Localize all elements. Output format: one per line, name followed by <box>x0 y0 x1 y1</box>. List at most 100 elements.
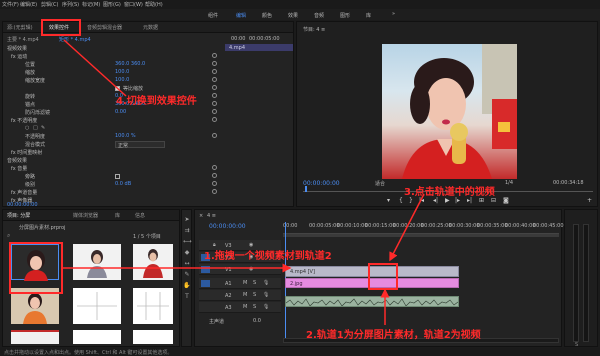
tab-libraries[interactable]: 库 <box>115 212 120 219</box>
eye-icon[interactable]: ◉ <box>249 266 253 272</box>
timeline-tab[interactable]: 4 ≡ <box>207 213 216 219</box>
track-a3[interactable]: A3 M S 🎙︎ <box>199 302 281 313</box>
track-a1[interactable]: A1 M S 🎙︎ <box>199 278 281 289</box>
prop-bypass[interactable]: 旁路 <box>3 173 221 181</box>
tab-info[interactable]: 信息 <box>135 212 145 219</box>
prop-panner[interactable]: fx 声像器 <box>3 197 293 205</box>
workspace-color[interactable]: 颜色 <box>262 12 272 19</box>
thumb-row3-a[interactable] <box>11 330 59 344</box>
solo-icon[interactable]: S <box>253 292 256 298</box>
prop-scale-width-value[interactable]: 100.0 <box>115 77 129 83</box>
workspace-more-icon[interactable]: » <box>392 11 395 17</box>
prop-anti-flicker-value[interactable]: 0.00 <box>115 109 126 115</box>
prop-volume[interactable]: fx 音量 <box>3 165 221 173</box>
prop-scale-width[interactable]: 缩放宽度 100.0 <box>3 77 221 85</box>
rect-mask-icon[interactable]: □ <box>33 125 38 131</box>
tab-source[interactable]: 源:(无剪辑) <box>7 24 33 31</box>
reset-icon[interactable] <box>212 133 217 138</box>
prop-level[interactable]: 级别 0.0 dB <box>3 181 221 189</box>
mark-out-bracket-icon[interactable]: } <box>409 197 413 204</box>
track-master[interactable]: 主声道 0.0 <box>199 316 281 326</box>
playhead-marker[interactable] <box>305 186 307 192</box>
menu-clip[interactable]: 剪辑(C) <box>41 1 58 8</box>
mute-icon[interactable]: M <box>243 304 247 310</box>
workspace-graphics[interactable]: 图形 <box>340 12 350 19</box>
pen-mask-icon[interactable]: ✎ <box>41 125 45 131</box>
selection-tool-icon[interactable]: ➤ <box>183 216 191 225</box>
track-source-patch[interactable] <box>201 280 210 287</box>
menu-marker[interactable]: 标记(M) <box>82 1 100 8</box>
tab-metadata[interactable]: 元数据 <box>143 24 158 31</box>
menu-window[interactable]: 窗口(W) <box>124 1 143 8</box>
program-timecode[interactable]: 00:00:00:00 <box>303 180 340 187</box>
pen-tool-icon[interactable]: ✎ <box>183 271 191 280</box>
thumb-row3-c[interactable] <box>133 330 173 344</box>
thumb-2-jpg[interactable] <box>73 288 121 324</box>
tab-media-browser[interactable]: 媒体浏览器 <box>73 212 98 219</box>
prop-opacity-value[interactable]: 100.0 % <box>115 133 136 139</box>
workspace-effects[interactable]: 效果 <box>288 12 298 19</box>
menu-help[interactable]: 帮助(H) <box>145 1 163 8</box>
reset-icon[interactable] <box>212 101 217 106</box>
type-tool-icon[interactable]: T <box>183 293 191 302</box>
prop-opacity-group[interactable]: fx 不透明度 <box>3 117 221 125</box>
prop-anti-flicker[interactable]: 防闪烁滤镜 0.00 <box>3 109 221 117</box>
solo-icon[interactable]: S <box>253 280 256 286</box>
uniform-scale-checkbox[interactable] <box>115 86 120 91</box>
track-v1[interactable]: V1 ◉ <box>199 264 281 275</box>
prop-scale[interactable]: 缩放 100.0 <box>3 69 221 77</box>
mark-in-bracket-icon[interactable]: { <box>399 197 403 204</box>
mute-icon[interactable]: M <box>243 292 247 298</box>
reset-icon[interactable] <box>212 85 217 90</box>
reset-icon[interactable] <box>212 53 217 58</box>
prop-blend-mode[interactable]: 混合模式 正常 <box>3 141 221 149</box>
track-select-tool-icon[interactable]: ⇉ <box>183 227 191 236</box>
bypass-checkbox[interactable] <box>115 174 120 179</box>
prop-position[interactable]: 位置 360.0 360.0 <box>3 61 221 69</box>
thumb-2-mp4[interactable] <box>73 244 121 280</box>
reset-icon[interactable] <box>212 165 217 170</box>
reset-icon[interactable] <box>212 109 217 114</box>
reset-icon[interactable] <box>212 61 217 66</box>
prop-time-remap[interactable]: fx 时间重映射 <box>3 149 221 157</box>
slip-tool-icon[interactable]: ↔ <box>183 260 191 269</box>
thumb-3-jpg[interactable] <box>133 288 173 324</box>
export-frame-icon[interactable]: ◙ <box>503 197 509 204</box>
prop-motion[interactable]: fx 运动 <box>3 53 221 61</box>
play-icon[interactable]: ▶ <box>445 197 450 204</box>
mic-icon[interactable]: 🎙︎ <box>263 292 269 298</box>
extract-icon[interactable]: ⊟ <box>491 197 496 204</box>
prop-scale-value[interactable]: 100.0 <box>115 69 129 75</box>
workspace-libraries[interactable]: 库 <box>366 12 371 19</box>
workspace-audio[interactable]: 音频 <box>314 12 324 19</box>
clip-a1[interactable] <box>285 296 459 307</box>
reset-icon[interactable] <box>212 93 217 98</box>
prop-position-value[interactable]: 360.0 360.0 <box>115 61 145 67</box>
track-source-patch[interactable] <box>201 266 210 273</box>
work-area-bar[interactable] <box>283 234 559 237</box>
solo-icon[interactable]: S <box>253 304 256 310</box>
hand-tool-icon[interactable]: ✋ <box>183 282 191 291</box>
menu-sequence[interactable]: 序列(S) <box>62 1 79 8</box>
workspace-assembly[interactable]: 组件 <box>208 12 218 19</box>
project-search-icon[interactable]: ⌕ <box>7 232 10 240</box>
program-quality-select[interactable]: 1/4 <box>505 180 513 186</box>
mark-in-icon[interactable]: ▾ <box>387 197 390 204</box>
program-video-frame[interactable] <box>382 44 517 179</box>
tab-project[interactable]: 项目: 分屏 <box>7 212 30 219</box>
add-button-icon[interactable]: + <box>587 197 592 204</box>
step-back-icon[interactable]: ◂| <box>433 197 438 204</box>
reset-icon[interactable] <box>212 189 217 194</box>
thumb-3-mp4[interactable] <box>133 244 173 280</box>
blend-mode-select[interactable]: 正常 <box>115 141 165 149</box>
reset-icon[interactable] <box>212 69 217 74</box>
menu-file[interactable]: 文件(F) <box>2 1 19 8</box>
go-to-in-icon[interactable]: |◂ <box>419 197 424 204</box>
tab-audio-mixer[interactable]: 音频剪辑混合器 <box>87 24 122 31</box>
timeline-ruler[interactable]: 00:00 00:00:05:00 00:00:10:00 00:00:15:0… <box>283 222 564 234</box>
prop-level-value[interactable]: 0.0 dB <box>115 181 131 187</box>
timeline-timecode[interactable]: 00:00:00:00 <box>209 223 246 230</box>
reset-icon[interactable] <box>212 181 217 186</box>
ellipse-mask-icon[interactable]: ○ <box>25 125 29 131</box>
razor-tool-icon[interactable]: ◆ <box>183 249 191 258</box>
